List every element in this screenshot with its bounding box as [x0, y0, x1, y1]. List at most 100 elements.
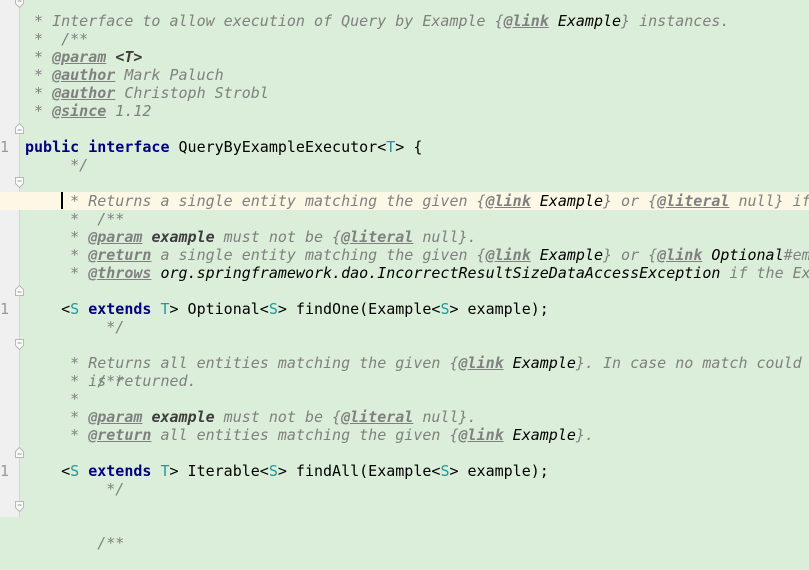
javadoc-ref: Example [548, 12, 622, 30]
javadoc-tag: @literal [657, 192, 730, 210]
code-line[interactable]: 1 public interface QueryByExampleExecutor… [0, 138, 809, 156]
code-line[interactable]: * @param example must not be {@literal n… [20, 408, 809, 426]
code-line[interactable]: */ [15, 282, 809, 336]
javadoc-tag: @literal [341, 408, 414, 426]
code-line[interactable]: /** [15, 498, 809, 552]
comment-text: null} if [729, 192, 809, 210]
code-text: > example); [449, 300, 549, 318]
javadoc-tag: @param [52, 48, 107, 66]
code-text: < [61, 300, 71, 318]
code-line[interactable]: * @author Christoph Strobl [20, 84, 809, 102]
comment-text: Returns all entities matching the given … [88, 354, 459, 372]
fold-marker-icon[interactable] [15, 177, 24, 188]
code-line[interactable]: * @since 1.12 [20, 102, 809, 120]
code-text: > example); [449, 462, 549, 480]
javadoc-ref: Optional [702, 246, 784, 264]
javadoc-tag: @link [458, 426, 504, 444]
fold-end-marker-icon[interactable] [15, 285, 24, 296]
comment-text: if the Ex [720, 264, 809, 282]
code-line[interactable]: 1 <S extends T> Optional<S> findOne(Exam… [0, 300, 809, 318]
comment-text: is returned. [88, 372, 197, 390]
code-line[interactable]: /** [15, 336, 809, 390]
comment-text: } instances. [621, 12, 730, 30]
code-line[interactable]: /** [15, 0, 809, 48]
code-line[interactable]: * is returned. [20, 372, 809, 390]
code-line[interactable]: * @return a single entity matching the g… [20, 246, 809, 264]
comment-star: * [61, 246, 89, 264]
code-line-current[interactable]: * Returns a single entity matching the g… [0, 192, 809, 210]
comment-star: * [61, 390, 80, 408]
code-line[interactable] [20, 480, 809, 498]
comment-text: }. [575, 426, 594, 444]
javadoc-tag: @author [52, 84, 116, 102]
code-line[interactable]: */ [15, 444, 809, 498]
code-line[interactable] [20, 156, 809, 174]
comment-star: * [61, 372, 89, 390]
code-editor[interactable]: /** * Interface to allow execution of Qu… [0, 0, 809, 552]
line-number: 1 [0, 138, 10, 156]
comment-text: null}. [413, 408, 477, 426]
javadoc-tag: @author [52, 66, 116, 84]
fold-marker-icon[interactable] [15, 501, 24, 512]
type-parameter: T [386, 138, 396, 156]
type-parameter: T [160, 462, 170, 480]
code-line[interactable]: 1 <S extends T> Iterable<S> findAll(Exam… [0, 462, 809, 480]
fold-end-marker-icon[interactable] [15, 123, 24, 134]
comment-text: #emp [783, 246, 809, 264]
code-line[interactable]: * @throws org.springframework.dao.Incorr… [20, 264, 809, 282]
code-line[interactable]: */ [15, 120, 809, 174]
javadoc-ref: Example [530, 192, 603, 210]
comment-star: * [25, 48, 53, 66]
code-line[interactable]: * [20, 210, 809, 228]
interface-name: QueryByExampleExecutor< [169, 138, 387, 156]
fold-end-marker-icon[interactable] [15, 447, 24, 458]
code-line[interactable]: * @return all entities matching the give… [20, 426, 809, 444]
comment-text: null}. [413, 228, 477, 246]
code-line[interactable]: * Interface to allow execution of Query … [20, 12, 809, 30]
comment-text: must not be { [214, 408, 342, 426]
code-line[interactable]: * [20, 30, 809, 48]
code-line[interactable]: * @param <T> [20, 48, 809, 66]
type-parameter: S [268, 462, 278, 480]
code-line[interactable]: * [20, 390, 809, 408]
type-parameter: S [70, 300, 80, 318]
code-line[interactable] [20, 318, 809, 336]
javadoc-tag: @link [657, 246, 703, 264]
javadoc-tag: @throws [88, 264, 152, 282]
javadoc-tag: @link [503, 12, 549, 30]
comment-star: * [61, 228, 89, 246]
type-parameter: T [160, 300, 170, 318]
line-number: 1 [0, 462, 10, 480]
code-line[interactable]: * @author Mark Paluch [20, 66, 809, 84]
keyword: public [25, 138, 80, 156]
fold-marker-icon[interactable] [15, 0, 24, 8]
comment-star: * [25, 12, 53, 30]
code-line[interactable]: * @param example must not be {@literal n… [20, 228, 809, 246]
code-line[interactable]: * Returns all entities matching the give… [20, 354, 809, 372]
line-number: 1 [0, 300, 10, 318]
fold-marker-icon[interactable] [15, 339, 24, 350]
comment-star: * [25, 30, 44, 48]
editor-gutter[interactable] [0, 0, 20, 517]
javadoc-tag: @link [458, 354, 504, 372]
comment-star: * [61, 264, 89, 282]
code-line[interactable]: /** [15, 174, 809, 228]
comment-star: * [61, 210, 80, 228]
javadoc-tag: @link [485, 192, 531, 210]
method-signature: > findAll(Example< [277, 462, 441, 480]
javadoc-param-name: example [151, 408, 215, 426]
code-text: > Optional< [169, 300, 269, 318]
type-parameter: S [70, 462, 80, 480]
comment-text: } or { [602, 192, 658, 210]
